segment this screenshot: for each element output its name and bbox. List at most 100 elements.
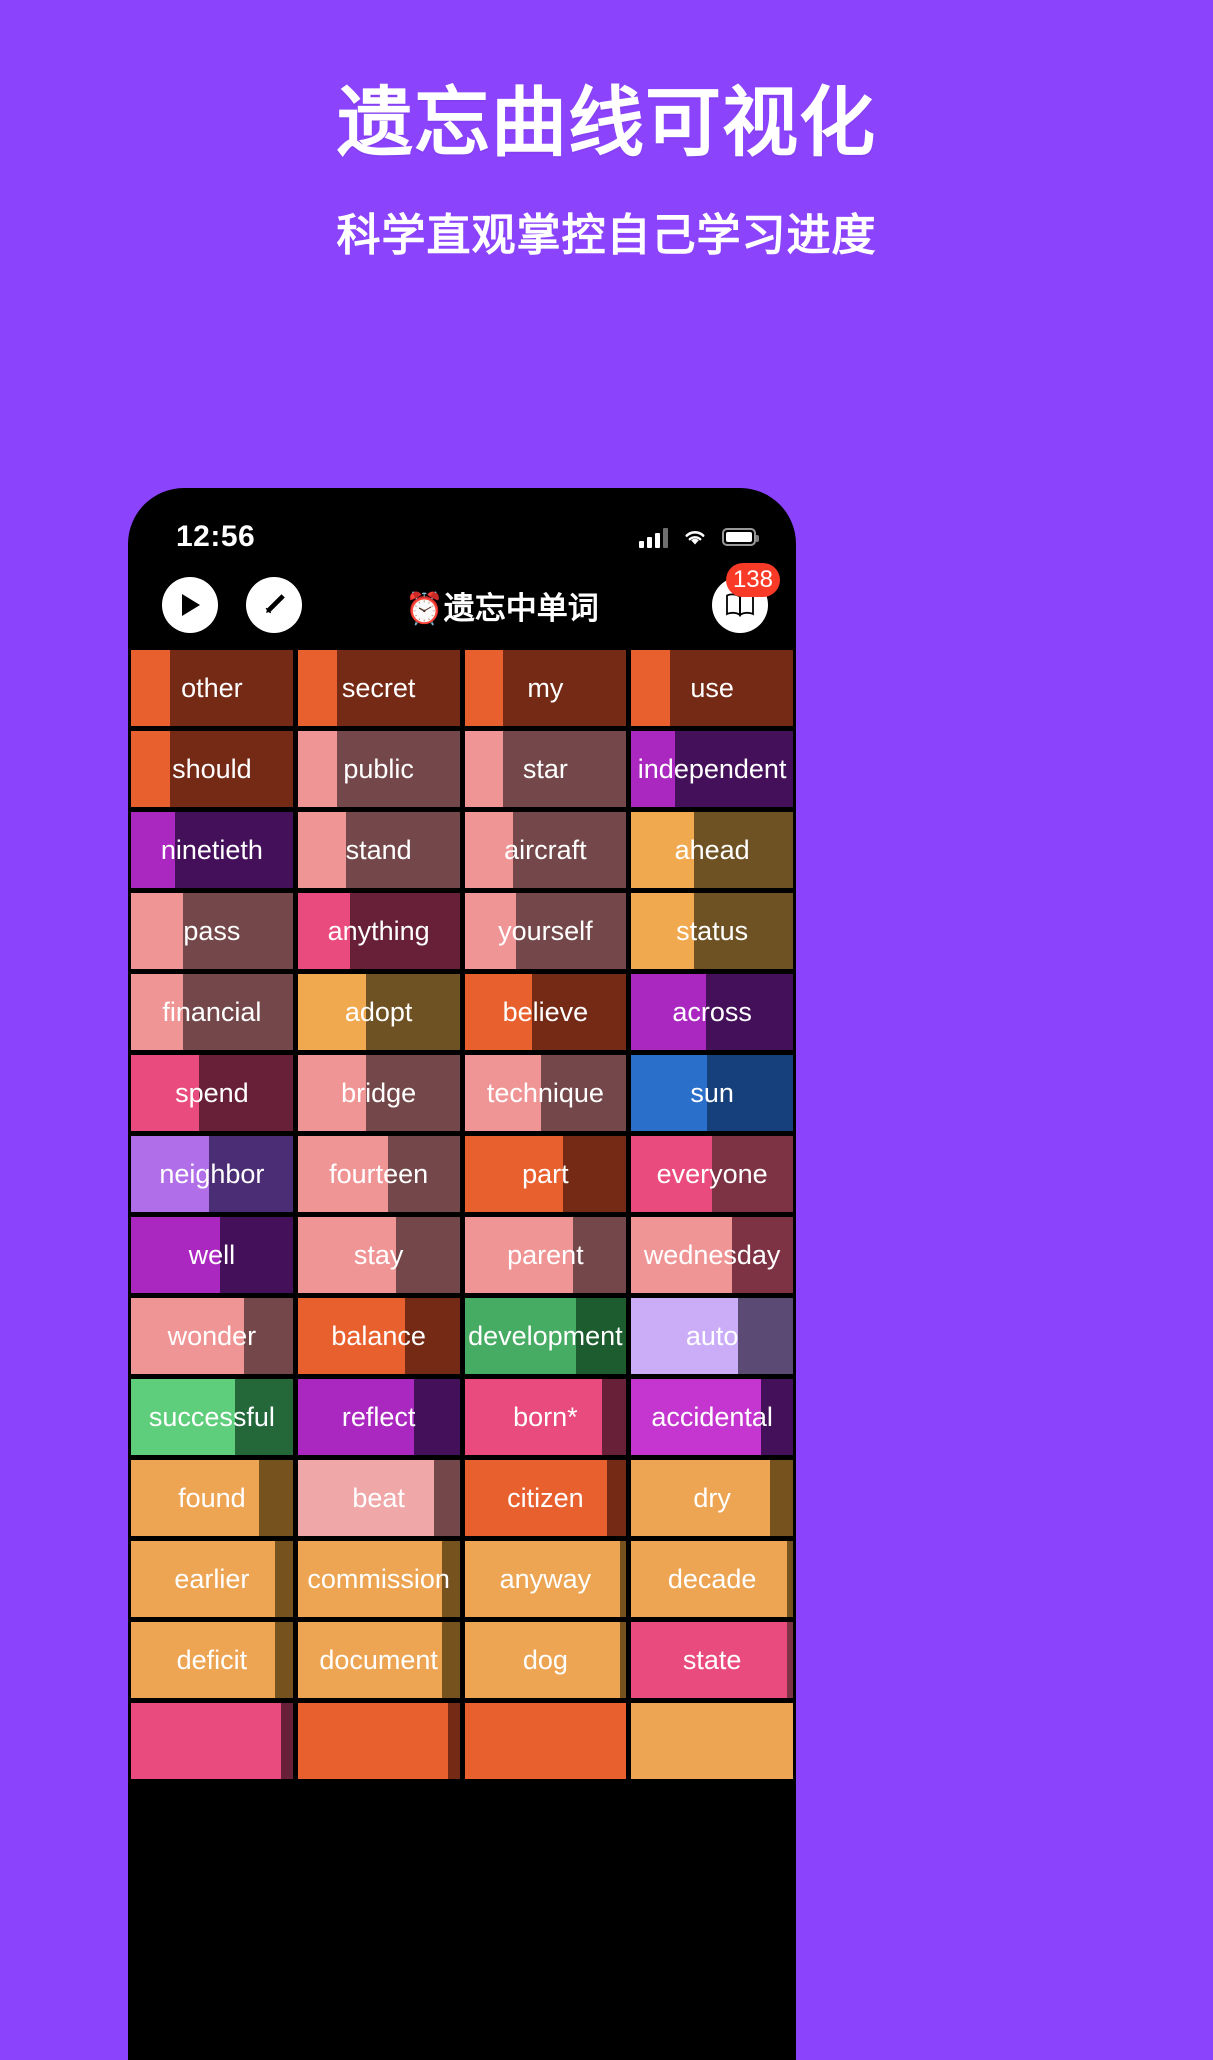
word-cell[interactable]: ninetieth: [131, 812, 293, 888]
word-cell[interactable]: neighbor: [131, 1136, 293, 1212]
word-cell[interactable]: stand: [297, 812, 460, 888]
memory-progress-bar: [297, 812, 347, 888]
word-cell[interactable]: other: [131, 650, 293, 726]
word-cell[interactable]: reflect: [297, 1379, 460, 1455]
word-cell[interactable]: [631, 1703, 793, 1779]
word-label: should: [172, 753, 252, 784]
word-label: reflect: [341, 1401, 416, 1432]
word-cell[interactable]: bridge: [297, 1055, 460, 1131]
word-cell[interactable]: auto: [631, 1298, 793, 1374]
word-grid: other secret my use should public star independ…: [128, 650, 796, 1779]
word-label: deficit: [176, 1644, 248, 1675]
word-cell[interactable]: parent: [464, 1217, 627, 1293]
word-label: financial: [162, 996, 262, 1027]
word-cell[interactable]: dry: [631, 1460, 793, 1536]
pencil-icon: [265, 594, 285, 614]
memory-progress-bar: [131, 893, 183, 969]
word-label: successful: [148, 1401, 275, 1432]
word-cell[interactable]: pass: [131, 893, 293, 969]
word-cell[interactable]: commission: [297, 1541, 460, 1617]
memory-progress-bar: [297, 1703, 449, 1779]
word-label: status: [676, 915, 749, 946]
word-label: bridge: [341, 1077, 417, 1108]
word-cell[interactable]: my: [464, 650, 627, 726]
word-cell[interactable]: successful: [131, 1379, 293, 1455]
word-cell[interactable]: state: [631, 1622, 793, 1698]
word-cell[interactable]: star: [464, 731, 627, 807]
word-cell[interactable]: ahead: [631, 812, 793, 888]
word-cell[interactable]: independent: [631, 731, 793, 807]
word-label: wonder: [167, 1320, 257, 1351]
page-subtitle: 科学直观掌控自己学习进度: [336, 211, 877, 261]
wifi-icon: [682, 527, 708, 547]
play-button[interactable]: [162, 577, 218, 633]
word-cell[interactable]: use: [631, 650, 793, 726]
word-cell[interactable]: accidental: [631, 1379, 793, 1455]
memory-progress-bar: [631, 650, 671, 726]
word-cell[interactable]: part: [464, 1136, 627, 1212]
app-header: ⏰遗忘中单词 138: [128, 560, 796, 650]
word-label: commission: [307, 1563, 450, 1594]
word-label: use: [690, 672, 734, 703]
word-cell[interactable]: sun: [631, 1055, 793, 1131]
word-cell[interactable]: believe: [464, 974, 627, 1050]
word-label: technique: [486, 1077, 604, 1108]
word-cell[interactable]: secret: [297, 650, 460, 726]
word-label: part: [522, 1158, 569, 1189]
word-cell[interactable]: [297, 1703, 460, 1779]
word-cell[interactable]: should: [131, 731, 293, 807]
word-cell[interactable]: status: [631, 893, 793, 969]
word-cell[interactable]: stay: [297, 1217, 460, 1293]
word-cell[interactable]: anything: [297, 893, 460, 969]
status-indicators: [639, 527, 759, 548]
memory-progress-bar: [131, 731, 170, 807]
word-cell[interactable]: adopt: [297, 974, 460, 1050]
word-cell[interactable]: born*: [464, 1379, 627, 1455]
app-title: ⏰遗忘中单词: [405, 590, 599, 626]
word-cell[interactable]: across: [631, 974, 793, 1050]
wordbook-button[interactable]: 138: [712, 563, 780, 633]
word-cell[interactable]: technique: [464, 1055, 627, 1131]
memory-progress-bar: [464, 650, 504, 726]
word-cell[interactable]: anyway: [464, 1541, 627, 1617]
word-cell[interactable]: dog: [464, 1622, 627, 1698]
word-cell[interactable]: spend: [131, 1055, 293, 1131]
word-cell[interactable]: beat: [297, 1460, 460, 1536]
word-label: spend: [175, 1077, 249, 1108]
word-cell[interactable]: [464, 1703, 627, 1779]
word-cell[interactable]: deficit: [131, 1622, 293, 1698]
word-cell[interactable]: balance: [297, 1298, 460, 1374]
word-cell[interactable]: found: [131, 1460, 293, 1536]
word-cell[interactable]: citizen: [464, 1460, 627, 1536]
word-cell[interactable]: earlier: [131, 1541, 293, 1617]
word-cell[interactable]: public: [297, 731, 460, 807]
word-label: dry: [693, 1482, 731, 1513]
word-cell[interactable]: document: [297, 1622, 460, 1698]
word-label: balance: [331, 1320, 426, 1351]
word-cell[interactable]: fourteen: [297, 1136, 460, 1212]
page-title: 遗忘曲线可视化: [337, 81, 876, 166]
word-cell[interactable]: development: [464, 1298, 627, 1374]
word-label: anything: [327, 915, 430, 946]
hero-section: 遗忘曲线可视化 科学直观掌控自己学习进度: [0, 0, 1213, 263]
memory-progress-bar: [631, 1703, 793, 1779]
word-label: stay: [353, 1239, 404, 1270]
word-label: state: [682, 1644, 742, 1675]
word-label: born*: [513, 1401, 578, 1432]
word-cell[interactable]: yourself: [464, 893, 627, 969]
word-label: public: [343, 753, 414, 784]
word-cell[interactable]: decade: [631, 1541, 793, 1617]
word-cell[interactable]: well: [131, 1217, 293, 1293]
word-cell[interactable]: wednesday: [631, 1217, 793, 1293]
word-cell[interactable]: [131, 1703, 293, 1779]
word-label: document: [319, 1644, 438, 1675]
word-cell[interactable]: everyone: [631, 1136, 793, 1212]
word-label: ninetieth: [160, 834, 263, 865]
word-cell[interactable]: aircraft: [464, 812, 627, 888]
word-label: citizen: [507, 1482, 584, 1513]
word-label: ahead: [674, 834, 750, 865]
word-label: auto: [685, 1320, 739, 1351]
word-label: stand: [345, 834, 412, 865]
word-cell[interactable]: financial: [131, 974, 293, 1050]
word-cell[interactable]: wonder: [131, 1298, 293, 1374]
